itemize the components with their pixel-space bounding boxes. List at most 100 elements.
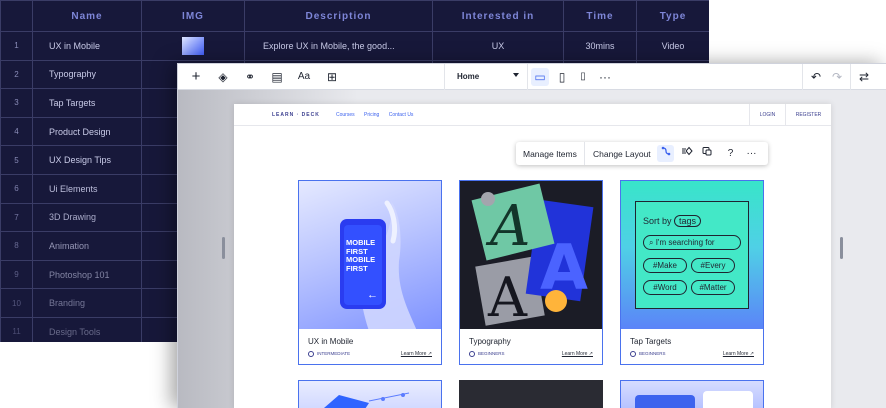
row-number[interactable]: 11 bbox=[0, 316, 33, 342]
change-layout-button[interactable]: Change Layout bbox=[593, 149, 651, 159]
cell-name[interactable]: Branding bbox=[32, 288, 142, 318]
course-card[interactable]: MOBILE FIRST MOBILE FIRST ← UX in Mobile… bbox=[298, 180, 442, 365]
cell-name[interactable]: UX Design Tips bbox=[32, 145, 142, 175]
undo-icon[interactable]: ↶ bbox=[807, 68, 825, 86]
cell-time[interactable]: 30mins bbox=[563, 31, 637, 61]
cell-name[interactable]: Product Design bbox=[32, 116, 142, 147]
register-button[interactable]: REGISTER bbox=[785, 104, 831, 126]
col-header-interested-in[interactable]: Interested in bbox=[432, 0, 564, 32]
apps-grid-icon[interactable]: ⊞ bbox=[323, 68, 341, 86]
card-title: Typography bbox=[469, 337, 511, 346]
page-selector-label: Home bbox=[457, 72, 480, 81]
nav-item-contact[interactable]: Contact Us bbox=[389, 112, 414, 118]
cell-name[interactable]: 3D Drawing bbox=[32, 202, 142, 233]
row-number[interactable]: 2 bbox=[0, 59, 33, 90]
editor-toolbar: + ◈ ⚭ ▤ Aa ⊞ Home ▭ ▯ ▯ ··· ↶ ↷ ⇄ bbox=[178, 64, 886, 90]
connect-data-icon[interactable] bbox=[657, 145, 674, 162]
cell-name[interactable]: Tap Targets bbox=[32, 88, 142, 118]
login-button[interactable]: LOGIN bbox=[749, 104, 785, 126]
sort-by-text: Sort by bbox=[643, 216, 672, 226]
site-logo[interactable]: LEARN · DECK bbox=[272, 112, 320, 118]
course-card-partial[interactable] bbox=[620, 380, 764, 408]
more-icon[interactable]: ··· bbox=[596, 68, 614, 86]
col-header-description[interactable]: Description bbox=[244, 0, 433, 32]
col-header-img[interactable]: IMG bbox=[141, 0, 245, 32]
card-level-label: BEGINNERS bbox=[639, 351, 666, 357]
tag-chip: #Word bbox=[643, 280, 687, 295]
card-level-label: INTERMEDIATE bbox=[317, 351, 351, 357]
row-number[interactable]: 5 bbox=[0, 145, 33, 175]
card-level: BEGINNERS bbox=[469, 351, 505, 357]
layers-icon[interactable]: ◈ bbox=[214, 68, 232, 86]
pages-icon[interactable]: ▤ bbox=[268, 68, 286, 86]
row-number[interactable]: 1 bbox=[0, 31, 33, 61]
level-icon bbox=[630, 351, 636, 357]
row-number[interactable]: 4 bbox=[0, 116, 33, 147]
site-nav: Courses Pricing Contact Us bbox=[336, 112, 421, 118]
card-level: BEGINNERS bbox=[630, 351, 666, 357]
cell-name[interactable]: UX in Mobile bbox=[32, 31, 142, 61]
connect-icon[interactable]: ⚭ bbox=[241, 68, 259, 86]
cell-description[interactable]: Explore UX in Mobile, the good... bbox=[244, 31, 433, 61]
search-chip-text: I'm searching for bbox=[655, 238, 715, 247]
row-number[interactable]: 8 bbox=[0, 231, 33, 261]
course-image-typography: A A A bbox=[460, 181, 602, 329]
arrow-left-icon: ← bbox=[367, 289, 378, 301]
row-number[interactable]: 6 bbox=[0, 173, 33, 204]
cell-interested-in[interactable]: UX bbox=[432, 31, 564, 61]
page-selector[interactable]: Home bbox=[444, 64, 528, 90]
redo-icon[interactable]: ↷ bbox=[828, 68, 846, 86]
more-icon[interactable]: ··· bbox=[743, 145, 760, 162]
course-card[interactable]: Sort by tags ⌕ I'm searching for #Make #… bbox=[620, 180, 764, 365]
course-card-partial[interactable] bbox=[298, 380, 442, 408]
manage-items-button[interactable]: Manage Items bbox=[523, 149, 577, 159]
cell-name[interactable]: Photoshop 101 bbox=[32, 259, 142, 290]
cell-name[interactable]: Design Tools bbox=[32, 316, 142, 342]
search-chip: ⌕ I'm searching for bbox=[643, 235, 741, 250]
resize-handle-left[interactable] bbox=[222, 237, 225, 259]
fonts-icon[interactable]: Aa bbox=[295, 68, 313, 86]
row-number[interactable]: 7 bbox=[0, 202, 33, 233]
cell-img[interactable] bbox=[141, 31, 245, 61]
tablet-icon[interactable]: ▯ bbox=[553, 68, 571, 86]
cell-name[interactable]: Typography bbox=[32, 59, 142, 90]
tag-chip: #Matter bbox=[691, 280, 735, 295]
ui-mock-panel bbox=[635, 395, 695, 408]
swap-icon[interactable]: ⇄ bbox=[855, 68, 873, 86]
row-number[interactable]: 10 bbox=[0, 288, 33, 318]
tag-chip: #Make bbox=[643, 258, 687, 273]
row-number[interactable]: 3 bbox=[0, 88, 33, 118]
row-number[interactable]: 9 bbox=[0, 259, 33, 290]
card-level-label: BEGINNERS bbox=[478, 351, 505, 357]
action-bar-divider bbox=[584, 142, 585, 165]
mobile-icon[interactable]: ▯ bbox=[574, 68, 592, 86]
animation-icon[interactable] bbox=[678, 145, 695, 162]
ui-mock-profile bbox=[703, 391, 753, 408]
site-preview: LEARN · DECK Courses Pricing Contact Us … bbox=[234, 104, 831, 408]
course-image-ux-mobile: MOBILE FIRST MOBILE FIRST ← bbox=[299, 181, 441, 329]
help-icon[interactable]: ? bbox=[722, 145, 739, 162]
col-header-type[interactable]: Type bbox=[636, 0, 709, 32]
site-header: LEARN · DECK Courses Pricing Contact Us … bbox=[234, 104, 831, 126]
editor-canvas[interactable]: LEARN · DECK Courses Pricing Contact Us … bbox=[178, 90, 886, 408]
learn-more-link[interactable]: Learn More ↗ bbox=[723, 351, 754, 357]
resize-handle-right[interactable] bbox=[840, 237, 843, 259]
col-header-time[interactable]: Time bbox=[563, 0, 637, 32]
col-header-name[interactable]: Name bbox=[32, 0, 142, 32]
cell-name[interactable]: Ui Elements bbox=[32, 173, 142, 204]
design-icon[interactable] bbox=[698, 145, 715, 162]
course-card-partial[interactable] bbox=[459, 380, 603, 408]
desktop-icon[interactable]: ▭ bbox=[531, 68, 549, 86]
cell-name[interactable]: Animation bbox=[32, 231, 142, 261]
tags-chip: tags bbox=[674, 215, 702, 227]
table-row[interactable]: 1 UX in Mobile Explore UX in Mobile, the g… bbox=[0, 31, 709, 61]
card-title: Tap Targets bbox=[630, 337, 672, 346]
learn-more-link[interactable]: Learn More ↗ bbox=[562, 351, 593, 357]
cell-type[interactable]: Video bbox=[636, 31, 709, 61]
nav-item-pricing[interactable]: Pricing bbox=[364, 112, 379, 118]
add-icon[interactable]: + bbox=[187, 68, 205, 86]
course-card[interactable]: A A A Typography BEGINNERS Learn More ↗ bbox=[459, 180, 603, 365]
chevron-down-icon bbox=[513, 73, 519, 77]
learn-more-link[interactable]: Learn More ↗ bbox=[401, 351, 432, 357]
nav-item-courses[interactable]: Courses bbox=[336, 112, 355, 118]
